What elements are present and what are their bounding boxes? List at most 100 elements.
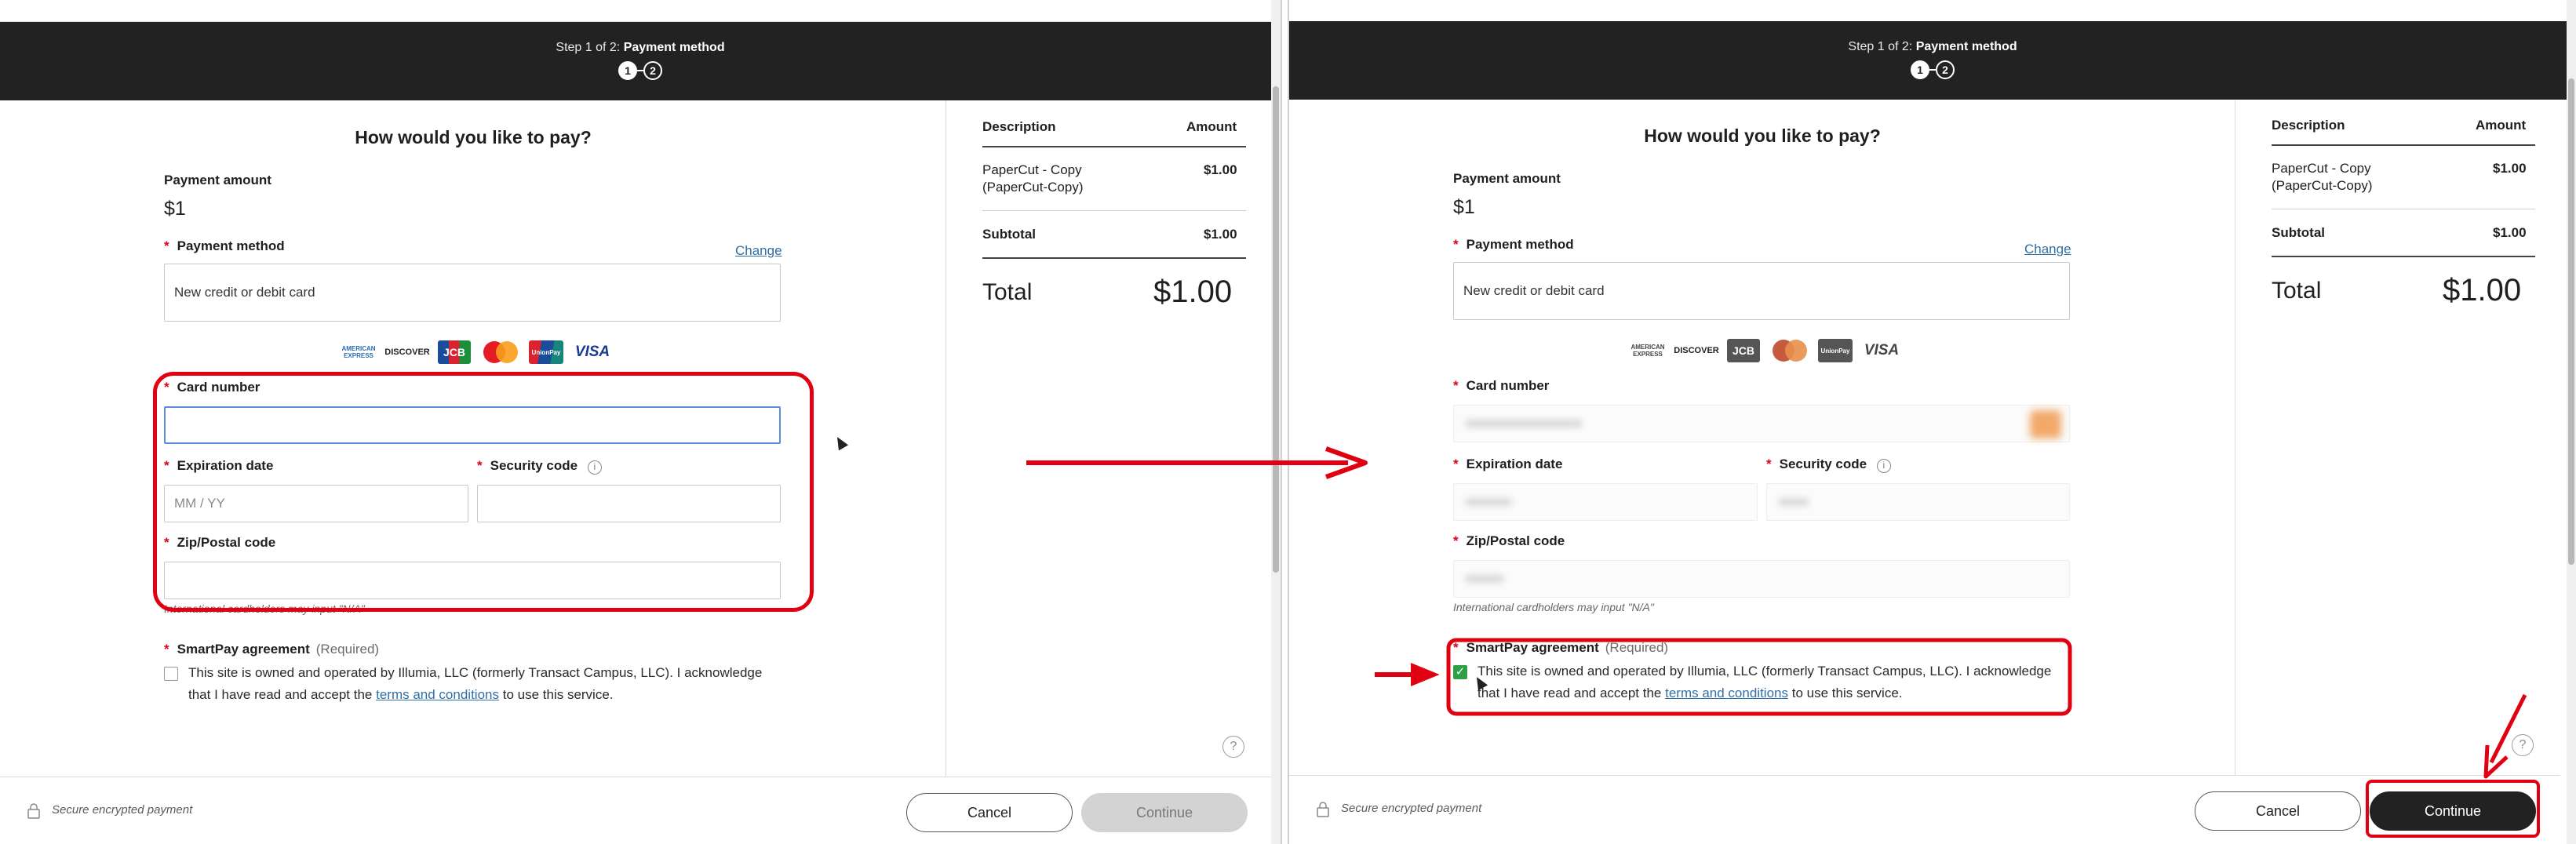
- continue-highlight: [2366, 780, 2540, 838]
- top-strip: [1289, 0, 2576, 22]
- step-connector: [1929, 69, 1936, 71]
- table-header-rule: [982, 146, 1246, 147]
- scrollbar[interactable]: [2567, 0, 2576, 844]
- order-summary: Description Amount PaperCut - Copy (Paper…: [2235, 100, 2560, 777]
- form-title: How would you like to pay?: [355, 127, 592, 147]
- step-dot-2: 2: [643, 61, 662, 80]
- subtotal-value: $1.00: [2493, 225, 2527, 240]
- card-number-label: * Card number: [1453, 378, 1550, 393]
- card-logos: AMERICAN EXPRESS DISCOVER JCB UnionPay VI…: [341, 340, 612, 364]
- step-dot-1: 1: [1911, 60, 1929, 79]
- security-code-label: * Security code i: [1766, 457, 1891, 473]
- card-number-input-filled[interactable]: [1453, 405, 2070, 442]
- cancel-button[interactable]: Cancel: [906, 793, 1073, 832]
- payment-method-label: * Payment method: [164, 238, 285, 253]
- payment-amount-value: $1: [164, 198, 186, 220]
- payment-form: How would you like to pay? Payment amoun…: [1289, 100, 2235, 777]
- table-header-rule: [2272, 144, 2535, 146]
- right-screenshot-panel: Step 1 of 2: Payment method 1 2 How woul…: [1289, 0, 2576, 844]
- total-label: Total: [982, 279, 1033, 305]
- expiration-input-filled[interactable]: [1453, 483, 1758, 521]
- scrollbar-thumb[interactable]: [2568, 78, 2574, 565]
- line-item-amount: $1.00: [1204, 162, 1237, 177]
- zip-input-filled[interactable]: [1453, 560, 2070, 598]
- subtotal-rule: [982, 257, 1246, 259]
- step-connector: [637, 70, 643, 71]
- col-description-header: Description: [982, 119, 1056, 134]
- change-payment-method-link[interactable]: Change: [2024, 242, 2071, 257]
- secure-payment-text: Secure encrypted payment: [1341, 802, 1482, 815]
- lock-icon: [27, 803, 40, 819]
- scrollbar[interactable]: [1271, 0, 1281, 844]
- total-value: $1.00: [1153, 275, 1233, 309]
- step-dots: 1 2: [1911, 60, 1955, 79]
- card-logos: AMERICAN EXPRESS DISCOVER JCB UnionPay VI…: [1630, 339, 1901, 362]
- order-summary: Description Amount PaperCut - Copy (Paper…: [946, 100, 1271, 777]
- subtotal-label: Subtotal: [2272, 225, 2325, 240]
- unionpay-logo-icon: UnionPay: [1818, 339, 1853, 362]
- discover-logo-icon: DISCOVER: [384, 347, 430, 357]
- total-value: $1.00: [2443, 273, 2522, 307]
- scrollbar-thumb[interactable]: [1273, 86, 1279, 573]
- step-dots: 1 2: [618, 61, 662, 80]
- amex-logo-icon: AMERICAN EXPRESS: [1630, 344, 1665, 358]
- payment-method-label: * Payment method: [1453, 237, 1574, 252]
- cancel-button[interactable]: Cancel: [2195, 791, 2361, 831]
- line-item-amount: $1.00: [2493, 161, 2527, 176]
- mastercard-logo-icon: [480, 340, 519, 364]
- terms-link[interactable]: terms and conditions: [1665, 686, 1788, 700]
- footer-bar: Secure encrypted payment Cancel Continue: [0, 777, 1271, 844]
- visa-logo-icon: VISA: [574, 344, 610, 360]
- agreement-checkbox[interactable]: [164, 667, 178, 681]
- mastercard-logo-icon: [1769, 339, 1809, 362]
- line-item-name: PaperCut - Copy (PaperCut-Copy): [982, 162, 1084, 195]
- security-code-input-filled[interactable]: [1766, 483, 2070, 521]
- subtotal-value: $1.00: [1204, 227, 1237, 242]
- expiration-label: * Expiration date: [1453, 457, 1563, 471]
- agreement-label: * SmartPay agreement (Required): [1453, 640, 1669, 655]
- secure-payment-text: Secure encrypted payment: [52, 803, 193, 817]
- left-screenshot-panel: Step 1 of 2: Payment method 1 2 How woul…: [0, 0, 1281, 844]
- info-icon[interactable]: i: [1876, 459, 1891, 473]
- step-header: Step 1 of 2: Payment method 1 2: [0, 22, 1281, 100]
- payment-amount-label: Payment amount: [1453, 171, 1561, 186]
- discover-logo-icon: DISCOVER: [1674, 346, 1719, 355]
- visa-logo-icon: VISA: [1864, 342, 1900, 358]
- terms-link[interactable]: terms and conditions: [376, 687, 499, 702]
- agreement-checkbox-checked[interactable]: ✓: [1453, 665, 1467, 679]
- payment-method-select[interactable]: New credit or debit card: [164, 264, 781, 322]
- jcb-logo-icon: JCB: [1727, 339, 1760, 362]
- payment-method-select[interactable]: New credit or debit card: [1453, 262, 2070, 320]
- col-amount-header: Amount: [1186, 119, 1237, 134]
- agreement-text: This site is owned and operated by Illum…: [188, 665, 763, 702]
- total-label: Total: [2272, 278, 2322, 304]
- step-dot-2: 2: [1936, 60, 1955, 79]
- subtotal-rule: [2272, 256, 2535, 257]
- panel-separator: [1281, 0, 1289, 844]
- step-indicator-text: Step 1 of 2: Payment method: [1848, 40, 2017, 53]
- change-payment-method-link[interactable]: Change: [735, 243, 782, 259]
- col-description-header: Description: [2272, 118, 2345, 133]
- row-rule: [982, 210, 1246, 211]
- payment-amount-label: Payment amount: [164, 173, 271, 187]
- help-icon[interactable]: ?: [1222, 736, 1244, 758]
- continue-button-disabled[interactable]: Continue: [1081, 793, 1248, 832]
- zip-label: * Zip/Postal code: [1453, 533, 1565, 548]
- lock-icon: [1317, 802, 1329, 817]
- unionpay-logo-icon: UnionPay: [529, 340, 563, 364]
- top-strip: [0, 0, 1281, 22]
- agreement-label: * SmartPay agreement (Required): [164, 642, 380, 657]
- line-item-name: PaperCut - Copy (PaperCut-Copy): [2272, 161, 2373, 193]
- card-fields-highlight: [153, 372, 814, 612]
- help-icon[interactable]: ?: [2512, 734, 2534, 756]
- payment-amount-value: $1: [1453, 196, 1475, 218]
- subtotal-label: Subtotal: [982, 227, 1036, 242]
- form-title: How would you like to pay?: [1644, 126, 1881, 146]
- step-dot-1: 1: [618, 61, 637, 80]
- col-amount-header: Amount: [2476, 118, 2527, 133]
- international-hint: International cardholders may input "N/A…: [1453, 601, 1654, 613]
- amex-logo-icon: AMERICAN EXPRESS: [341, 345, 376, 359]
- agreement-text: This site is owned and operated by Illum…: [1477, 664, 2052, 700]
- jcb-logo-icon: JCB: [438, 340, 471, 364]
- step-indicator-text: Step 1 of 2: Payment method: [556, 41, 725, 54]
